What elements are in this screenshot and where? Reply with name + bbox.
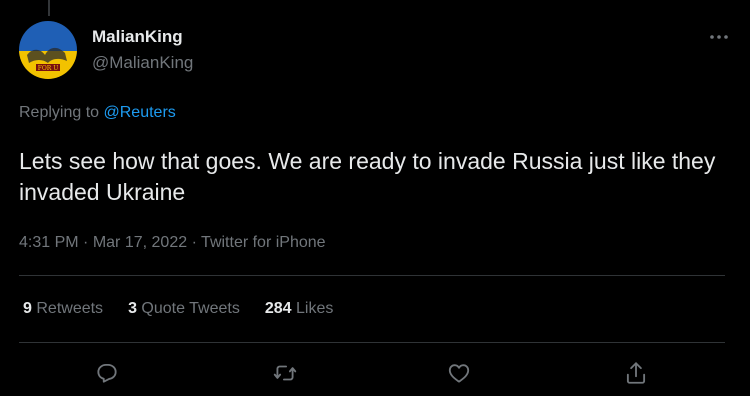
replying-to-prefix: Replying to: [19, 104, 100, 121]
share-button[interactable]: [619, 356, 653, 390]
reply-icon: [97, 363, 117, 383]
likes-stat[interactable]: 284 Likes: [265, 300, 334, 318]
quote-tweets-label: Quote Tweets: [141, 300, 240, 317]
avatar-emblem-text: FOR U: [38, 65, 59, 72]
meta-separator: ·: [83, 234, 89, 251]
likes-label: Likes: [296, 300, 334, 317]
meta-separator: ·: [191, 234, 197, 251]
more-options-button[interactable]: [704, 22, 734, 52]
replying-to-mention[interactable]: @Reuters: [104, 104, 176, 121]
author-display-name[interactable]: MalianKing: [92, 27, 183, 47]
tweet-stats: 9 Retweets 3 Quote Tweets 284 Likes: [23, 300, 333, 318]
thread-connector-line: [48, 0, 50, 16]
replying-to: Replying to @Reuters: [19, 104, 176, 122]
tweet-text: Lets see how that goes. We are ready to …: [19, 148, 716, 205]
tweet-time[interactable]: 4:31 PM: [19, 234, 79, 251]
retweets-stat[interactable]: 9 Retweets: [23, 300, 103, 318]
more-icon: [710, 35, 728, 39]
retweet-icon: [273, 365, 297, 381]
quote-tweets-count: 3: [128, 300, 137, 317]
share-icon: [626, 362, 646, 384]
tweet-source[interactable]: Twitter for iPhone: [201, 234, 326, 251]
retweets-count: 9: [23, 300, 32, 317]
avatar[interactable]: FOR U: [19, 21, 77, 79]
author-handle[interactable]: @MalianKing: [92, 53, 193, 73]
divider: [19, 275, 725, 276]
heart-icon: [448, 364, 470, 383]
retweet-button[interactable]: [268, 356, 302, 390]
reply-button[interactable]: [90, 356, 124, 390]
retweets-label: Retweets: [36, 300, 104, 317]
like-button[interactable]: [442, 356, 476, 390]
divider: [19, 342, 725, 343]
tweet-action-bar: [0, 356, 750, 390]
likes-count: 284: [264, 300, 292, 317]
quote-tweets-stat[interactable]: 3 Quote Tweets: [128, 300, 240, 318]
tweet-metadata: 4:31 PM · Mar 17, 2022 · Twitter for iPh…: [19, 234, 326, 252]
tweet-date[interactable]: Mar 17, 2022: [93, 234, 187, 251]
